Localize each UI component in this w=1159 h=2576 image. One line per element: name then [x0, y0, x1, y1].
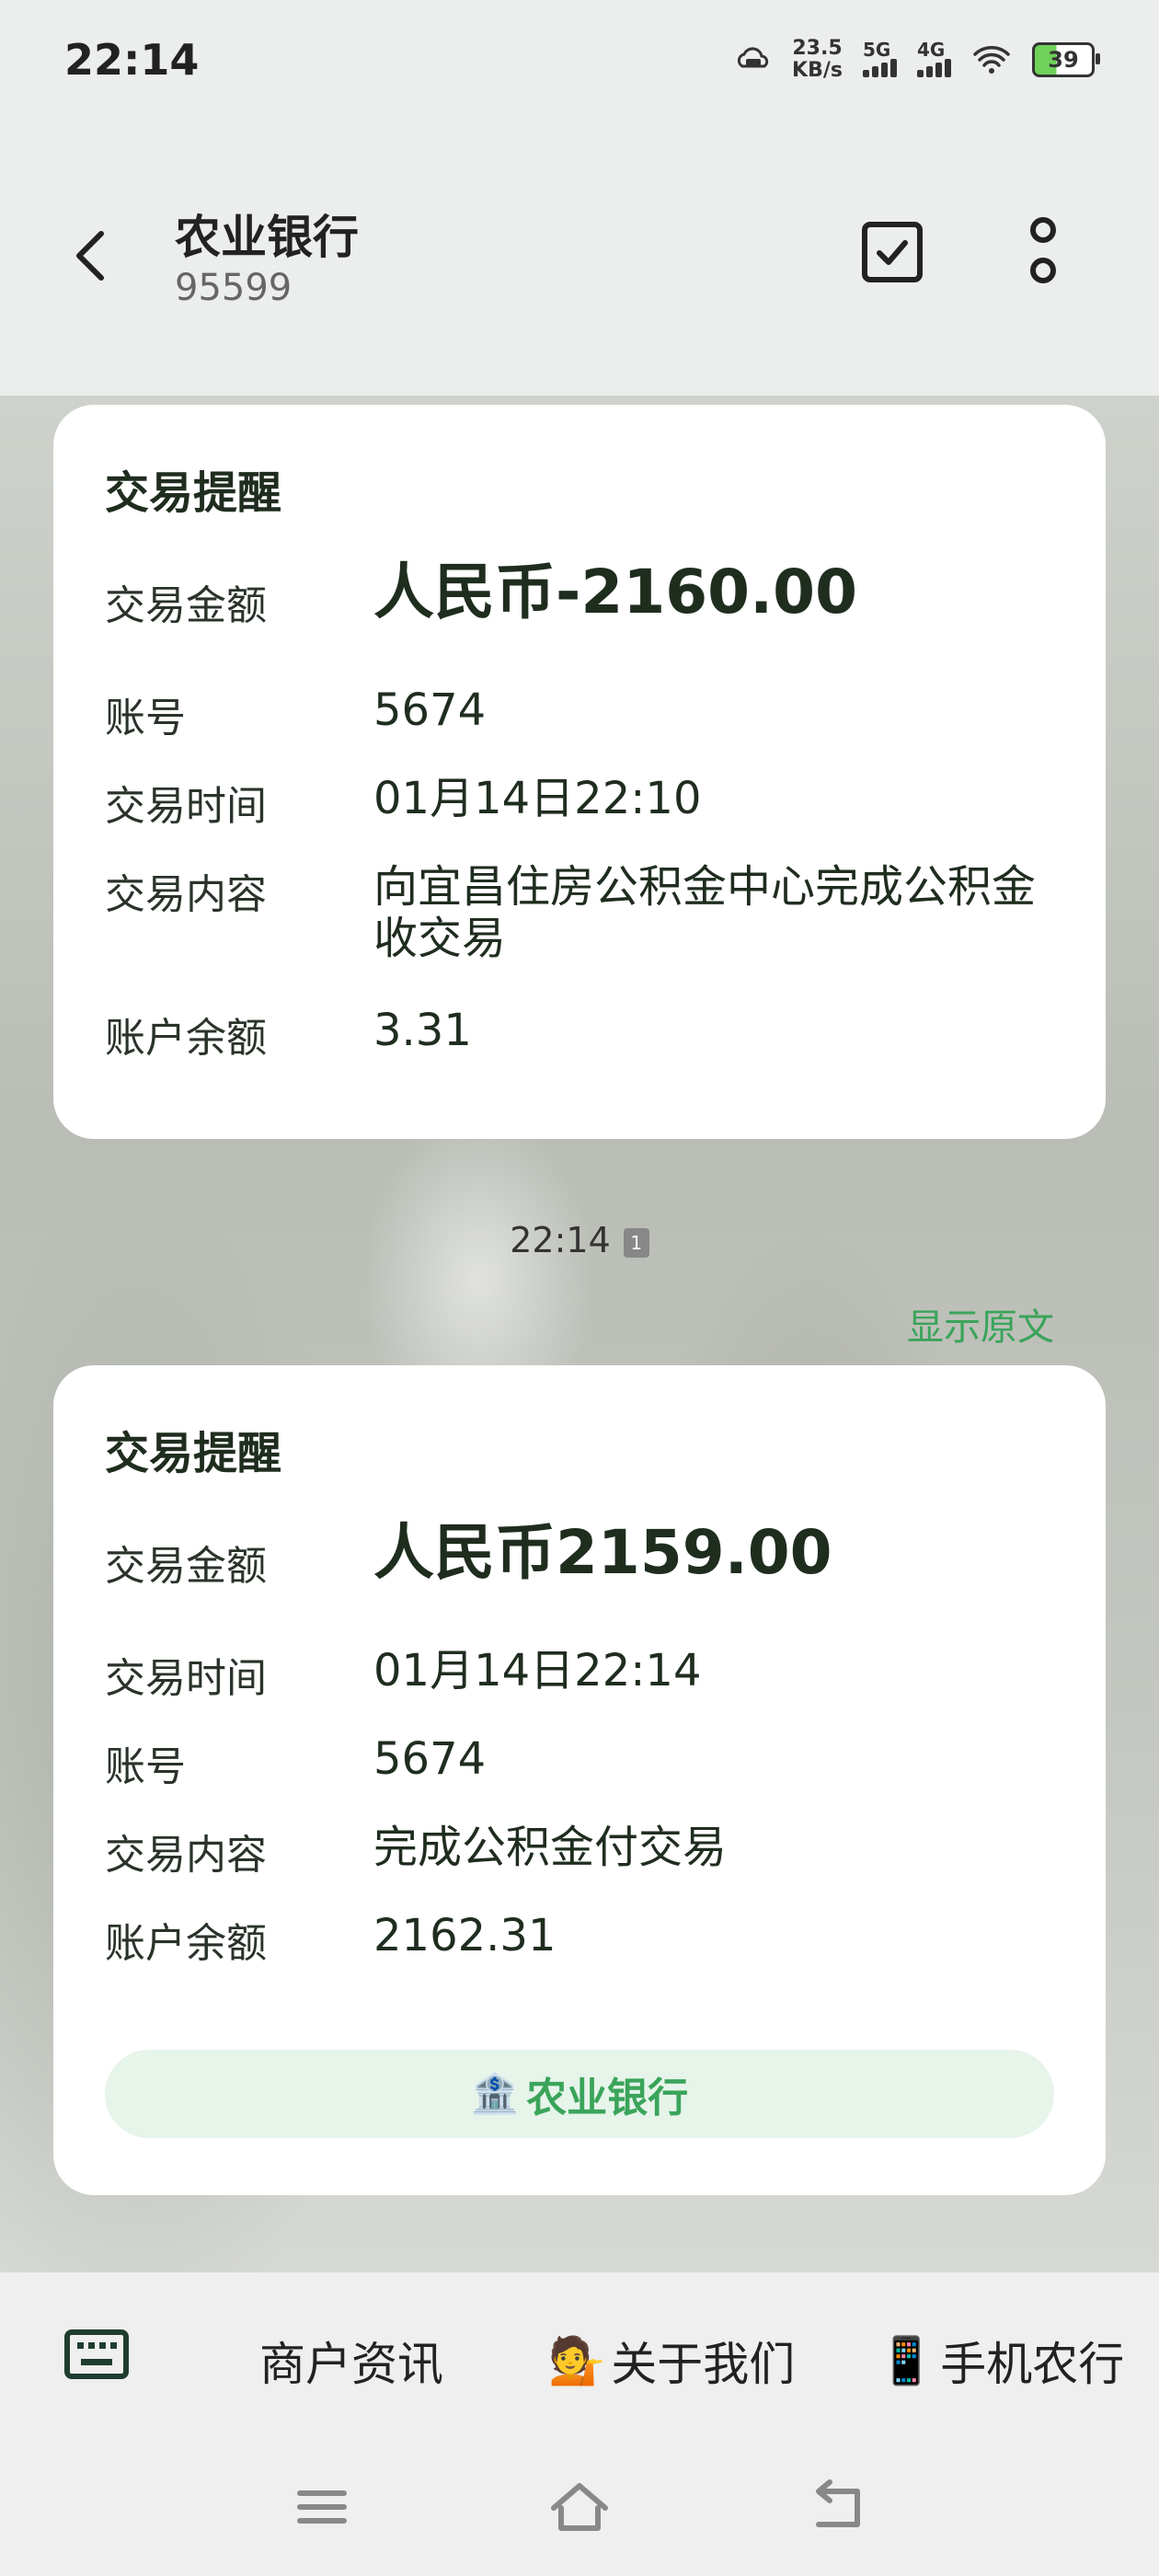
person-icon: 💁: [548, 2333, 606, 2387]
home-icon[interactable]: [546, 2478, 613, 2536]
amount-row: 交易金额 人民币2159.00: [105, 1517, 832, 1591]
select-checkbox-icon[interactable]: [861, 221, 924, 283]
net-speed: 23.5 KB/s: [792, 37, 843, 82]
bank-link-button[interactable]: 🏦 农业银行: [105, 2050, 1054, 2138]
status-time: 22:14: [64, 35, 200, 85]
detail-row: 交易内容 完成公积金付交易: [105, 1822, 728, 1879]
menu-mobile-bank[interactable]: 📱 手机农行: [878, 2328, 1124, 2394]
back-icon[interactable]: [804, 2478, 870, 2536]
sim-card-icon: 1: [623, 1227, 649, 1258]
card-title: 交易提醒: [105, 1428, 282, 1479]
conversation-header: 农业银行 95599: [0, 129, 1159, 396]
detail-row: 账号 5674: [105, 684, 487, 742]
message-card[interactable]: 交易提醒 交易金额 人民币2159.00 交易时间 01月14日22:14 账号…: [53, 1365, 1106, 2195]
card-title: 交易提醒: [105, 467, 282, 519]
show-original-link[interactable]: 显示原文: [907, 1297, 1054, 1351]
keyboard-icon[interactable]: [64, 2329, 129, 2379]
contact-number: 95599: [175, 267, 293, 309]
detail-row: 交易时间 01月14日22:14: [105, 1645, 702, 1702]
menu-icon[interactable]: [289, 2478, 355, 2536]
amount-value: 人民币-2160.00: [373, 557, 858, 627]
detail-row: 账户余额 3.31: [105, 1005, 472, 1062]
signal-5g-icon: 5G: [863, 39, 897, 77]
wifi-icon: [973, 46, 1010, 74]
back-arrow-icon[interactable]: [64, 228, 120, 283]
amount-row: 交易金额 人民币-2160.00: [105, 557, 858, 630]
system-nav-bar: [0, 2438, 1159, 2576]
menu-merchant-news[interactable]: 商户资讯: [259, 2328, 443, 2394]
message-timestamp: 22:14 1: [0, 1220, 1159, 1260]
phone-icon: 📱: [878, 2333, 935, 2387]
service-menu-bar: 商户资讯 💁 关于我们 📱 手机农行: [0, 2272, 1159, 2438]
amount-value: 人民币2159.00: [373, 1517, 832, 1588]
bank-icon: 🏦: [470, 2071, 520, 2116]
battery-icon: 39: [1032, 42, 1100, 77]
menu-about-us[interactable]: 💁 关于我们: [548, 2328, 795, 2394]
detail-row: 交易时间 01月14日22:10: [105, 773, 702, 830]
detail-row: 账号 5674: [105, 1733, 487, 1790]
message-card[interactable]: 交易提醒 交易金额 人民币-2160.00 账号 5674 交易时间 01月14…: [53, 405, 1106, 1139]
contact-name: 农业银行: [175, 211, 359, 264]
more-options-icon[interactable]: [1023, 217, 1063, 287]
status-bar: 22:14 23.5 KB/s 5G 4G 39: [0, 0, 1159, 129]
detail-row: 交易内容 向宜昌住房公积金中心完成公积金收交易: [105, 861, 1037, 964]
signal-4g-icon: 4G: [917, 39, 951, 77]
detail-row: 账户余额 2162.31: [105, 1910, 557, 1967]
status-icons: 23.5 KB/s 5G 4G 39: [735, 37, 1100, 83]
cloud-car-icon: [737, 47, 769, 68]
